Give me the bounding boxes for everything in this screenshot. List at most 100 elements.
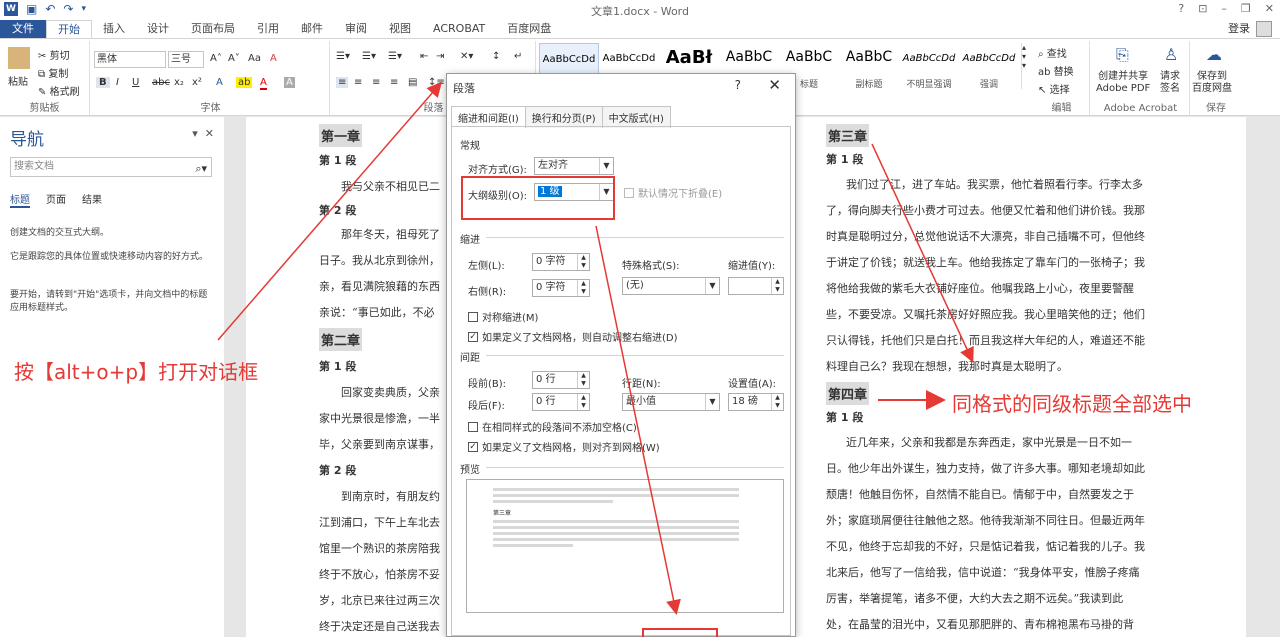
tab-home[interactable]: 开始 (46, 20, 92, 38)
strikethrough-button[interactable]: abc (152, 77, 170, 88)
tab-asian-typography[interactable]: 中文版式(H) (601, 106, 671, 128)
spinner-icon[interactable]: ▲ ▼ (577, 372, 589, 388)
tab-acrobat[interactable]: ACROBAT (422, 20, 496, 38)
login-link[interactable]: 登录 (1228, 20, 1250, 38)
request-sign-button[interactable]: 请求 签名 (1160, 71, 1180, 95)
sign-icon[interactable]: ♙ (1164, 45, 1178, 64)
replace-button[interactable]: ab 替换 (1038, 63, 1074, 78)
subscript-button[interactable]: x₂ (174, 77, 184, 88)
bullets-icon[interactable]: ☰▾ (336, 51, 350, 62)
grow-font-button[interactable]: A˄ (210, 53, 222, 64)
tab-design[interactable]: 设计 (136, 20, 180, 38)
increase-indent-icon[interactable]: ⇥ (436, 51, 444, 62)
restore-button[interactable]: ❐ (1241, 2, 1251, 15)
italic-button[interactable]: I (116, 77, 119, 88)
snap-to-grid-checkbox[interactable]: ✓ 如果定义了文档网格，则对齐到网格(W) (468, 439, 660, 454)
tab-file[interactable]: 文件 (0, 20, 46, 38)
nav-options-icon[interactable]: ▾ (192, 127, 198, 140)
chinese-layout-icon[interactable]: ✕▾ (460, 51, 473, 62)
special-indent-select[interactable]: (无) ▼ (622, 277, 720, 295)
save-baidu-button[interactable]: 保存到 百度网盘 (1192, 71, 1232, 95)
font-name-select[interactable]: 黑体 (94, 51, 166, 68)
find-button[interactable]: ⌕ 查找 (1038, 45, 1067, 60)
tab-line-page-breaks[interactable]: 换行和分页(P) (524, 106, 603, 128)
underline-button[interactable]: U (132, 77, 139, 88)
tab-references[interactable]: 引用 (246, 20, 290, 38)
tab-insert[interactable]: 插入 (92, 20, 136, 38)
paste-button[interactable]: 粘贴 (8, 73, 28, 88)
numbering-icon[interactable]: ☰▾ (362, 51, 376, 62)
align-center-icon[interactable]: ≡ (354, 77, 362, 88)
help-button[interactable]: ? (1178, 2, 1184, 15)
nav-tab-pages[interactable]: 页面 (46, 191, 66, 208)
select-button[interactable]: ↖ 选择 (1038, 81, 1070, 96)
line-spacing-icon[interactable]: ↕≡ (428, 77, 445, 88)
ribbon-display-button[interactable]: ⊡ (1198, 2, 1207, 15)
style-subtle-emphasis[interactable]: AaBbCcDd 不明显强调 (899, 43, 959, 90)
font-color-icon[interactable]: A (260, 77, 267, 90)
search-icon[interactable]: ⌕▾ (195, 160, 207, 178)
dialog-help-button[interactable]: ? (735, 78, 741, 92)
bold-button[interactable]: B (96, 77, 110, 88)
justify-icon[interactable]: ≡ (390, 77, 398, 88)
create-pdf-icon[interactable]: ⎘ (1116, 45, 1129, 65)
chapter-heading[interactable]: 第三章 (826, 124, 870, 147)
shrink-font-button[interactable]: A˅ (228, 53, 240, 64)
mirror-indents-checkbox[interactable]: 对称缩进(M) (468, 309, 538, 324)
distributed-icon[interactable]: ▤ (408, 77, 417, 88)
change-case-button[interactable]: Aa (248, 53, 261, 64)
sort-icon[interactable]: ↕ (492, 51, 500, 62)
style-emphasis[interactable]: AaBbCcDd 强调 (959, 43, 1019, 90)
minimize-button[interactable]: – (1221, 2, 1227, 15)
space-after-stepper[interactable]: 0 行 ▲ ▼ (532, 393, 590, 411)
left-indent-stepper[interactable]: 0 字符 ▲ ▼ (532, 253, 590, 271)
tab-view[interactable]: 视图 (378, 20, 422, 38)
copy-button[interactable]: ⧉ 复制 (38, 65, 68, 80)
nav-tab-headings[interactable]: 标题 (10, 191, 30, 208)
collapse-checkbox[interactable]: 默认情况下折叠(E) (624, 185, 722, 200)
show-marks-icon[interactable]: ↵ (514, 51, 522, 62)
auto-right-indent-checkbox[interactable]: ✓ 如果定义了文档网格，则自动调整右缩进(D) (468, 329, 678, 344)
text-effects-icon[interactable]: A (216, 77, 223, 88)
superscript-button[interactable]: x² (192, 77, 202, 88)
right-indent-stepper[interactable]: 0 字符 ▲ ▼ (532, 279, 590, 297)
ok-button-highlight[interactable] (642, 628, 718, 637)
tab-mailings[interactable]: 邮件 (290, 20, 334, 38)
line-spacing-select[interactable]: 最小值 ▼ (622, 393, 720, 411)
cut-button[interactable]: ✂ 剪切 (38, 47, 70, 62)
chapter-heading[interactable]: 第四章 (826, 382, 870, 405)
indent-by-stepper[interactable]: ▲ ▼ (728, 277, 784, 295)
avatar[interactable] (1256, 21, 1272, 37)
nav-tab-results[interactable]: 结果 (82, 191, 102, 208)
char-shading-icon[interactable]: A (284, 77, 295, 88)
spinner-icon[interactable]: ▲ ▼ (771, 394, 783, 410)
close-button[interactable]: ✕ (1265, 2, 1274, 15)
at-stepper[interactable]: 18 磅 ▲ ▼ (728, 393, 784, 411)
paste-icon[interactable] (8, 47, 30, 69)
styles-more-icon[interactable]: ▴ ▾ ▾ (1021, 43, 1031, 89)
chapter-heading[interactable]: 第二章 (319, 328, 363, 351)
tab-baidu[interactable]: 百度网盘 (496, 20, 562, 38)
spinner-icon[interactable]: ▲ ▼ (771, 278, 783, 294)
highlight-icon[interactable]: ab (236, 77, 253, 88)
spinner-icon[interactable]: ▲ ▼ (577, 394, 589, 410)
tab-review[interactable]: 审阅 (334, 20, 378, 38)
alignment-select[interactable]: 左对齐 ▼ (534, 157, 614, 175)
create-share-pdf-button[interactable]: 创建并共享 Adobe PDF (1096, 71, 1150, 95)
tab-indents-spacing[interactable]: 缩进和间距(I) (451, 106, 526, 128)
cloud-icon[interactable]: ☁ (1206, 45, 1222, 64)
align-right-icon[interactable]: ≡ (372, 77, 380, 88)
chapter-heading[interactable]: 第一章 (319, 124, 363, 147)
tab-layout[interactable]: 页面布局 (180, 20, 246, 38)
no-space-same-style-checkbox[interactable]: 在相同样式的段落间不添加空格(C) (468, 419, 637, 434)
align-left-icon[interactable]: ≡ (336, 77, 349, 88)
nav-search-input[interactable]: 搜索文档 ⌕▾ (10, 157, 212, 177)
style-subtitle[interactable]: AaBbC 副标题 (839, 43, 899, 90)
space-before-stepper[interactable]: 0 行 ▲ ▼ (532, 371, 590, 389)
dialog-close-button[interactable]: ✕ (768, 76, 781, 94)
format-painter-button[interactable]: ✎ 格式刷 (38, 83, 80, 98)
spinner-icon[interactable]: ▲ ▼ (577, 280, 589, 296)
decrease-indent-icon[interactable]: ⇤ (420, 51, 428, 62)
font-size-select[interactable]: 三号 (168, 51, 204, 68)
clear-format-button[interactable]: A (270, 53, 277, 64)
